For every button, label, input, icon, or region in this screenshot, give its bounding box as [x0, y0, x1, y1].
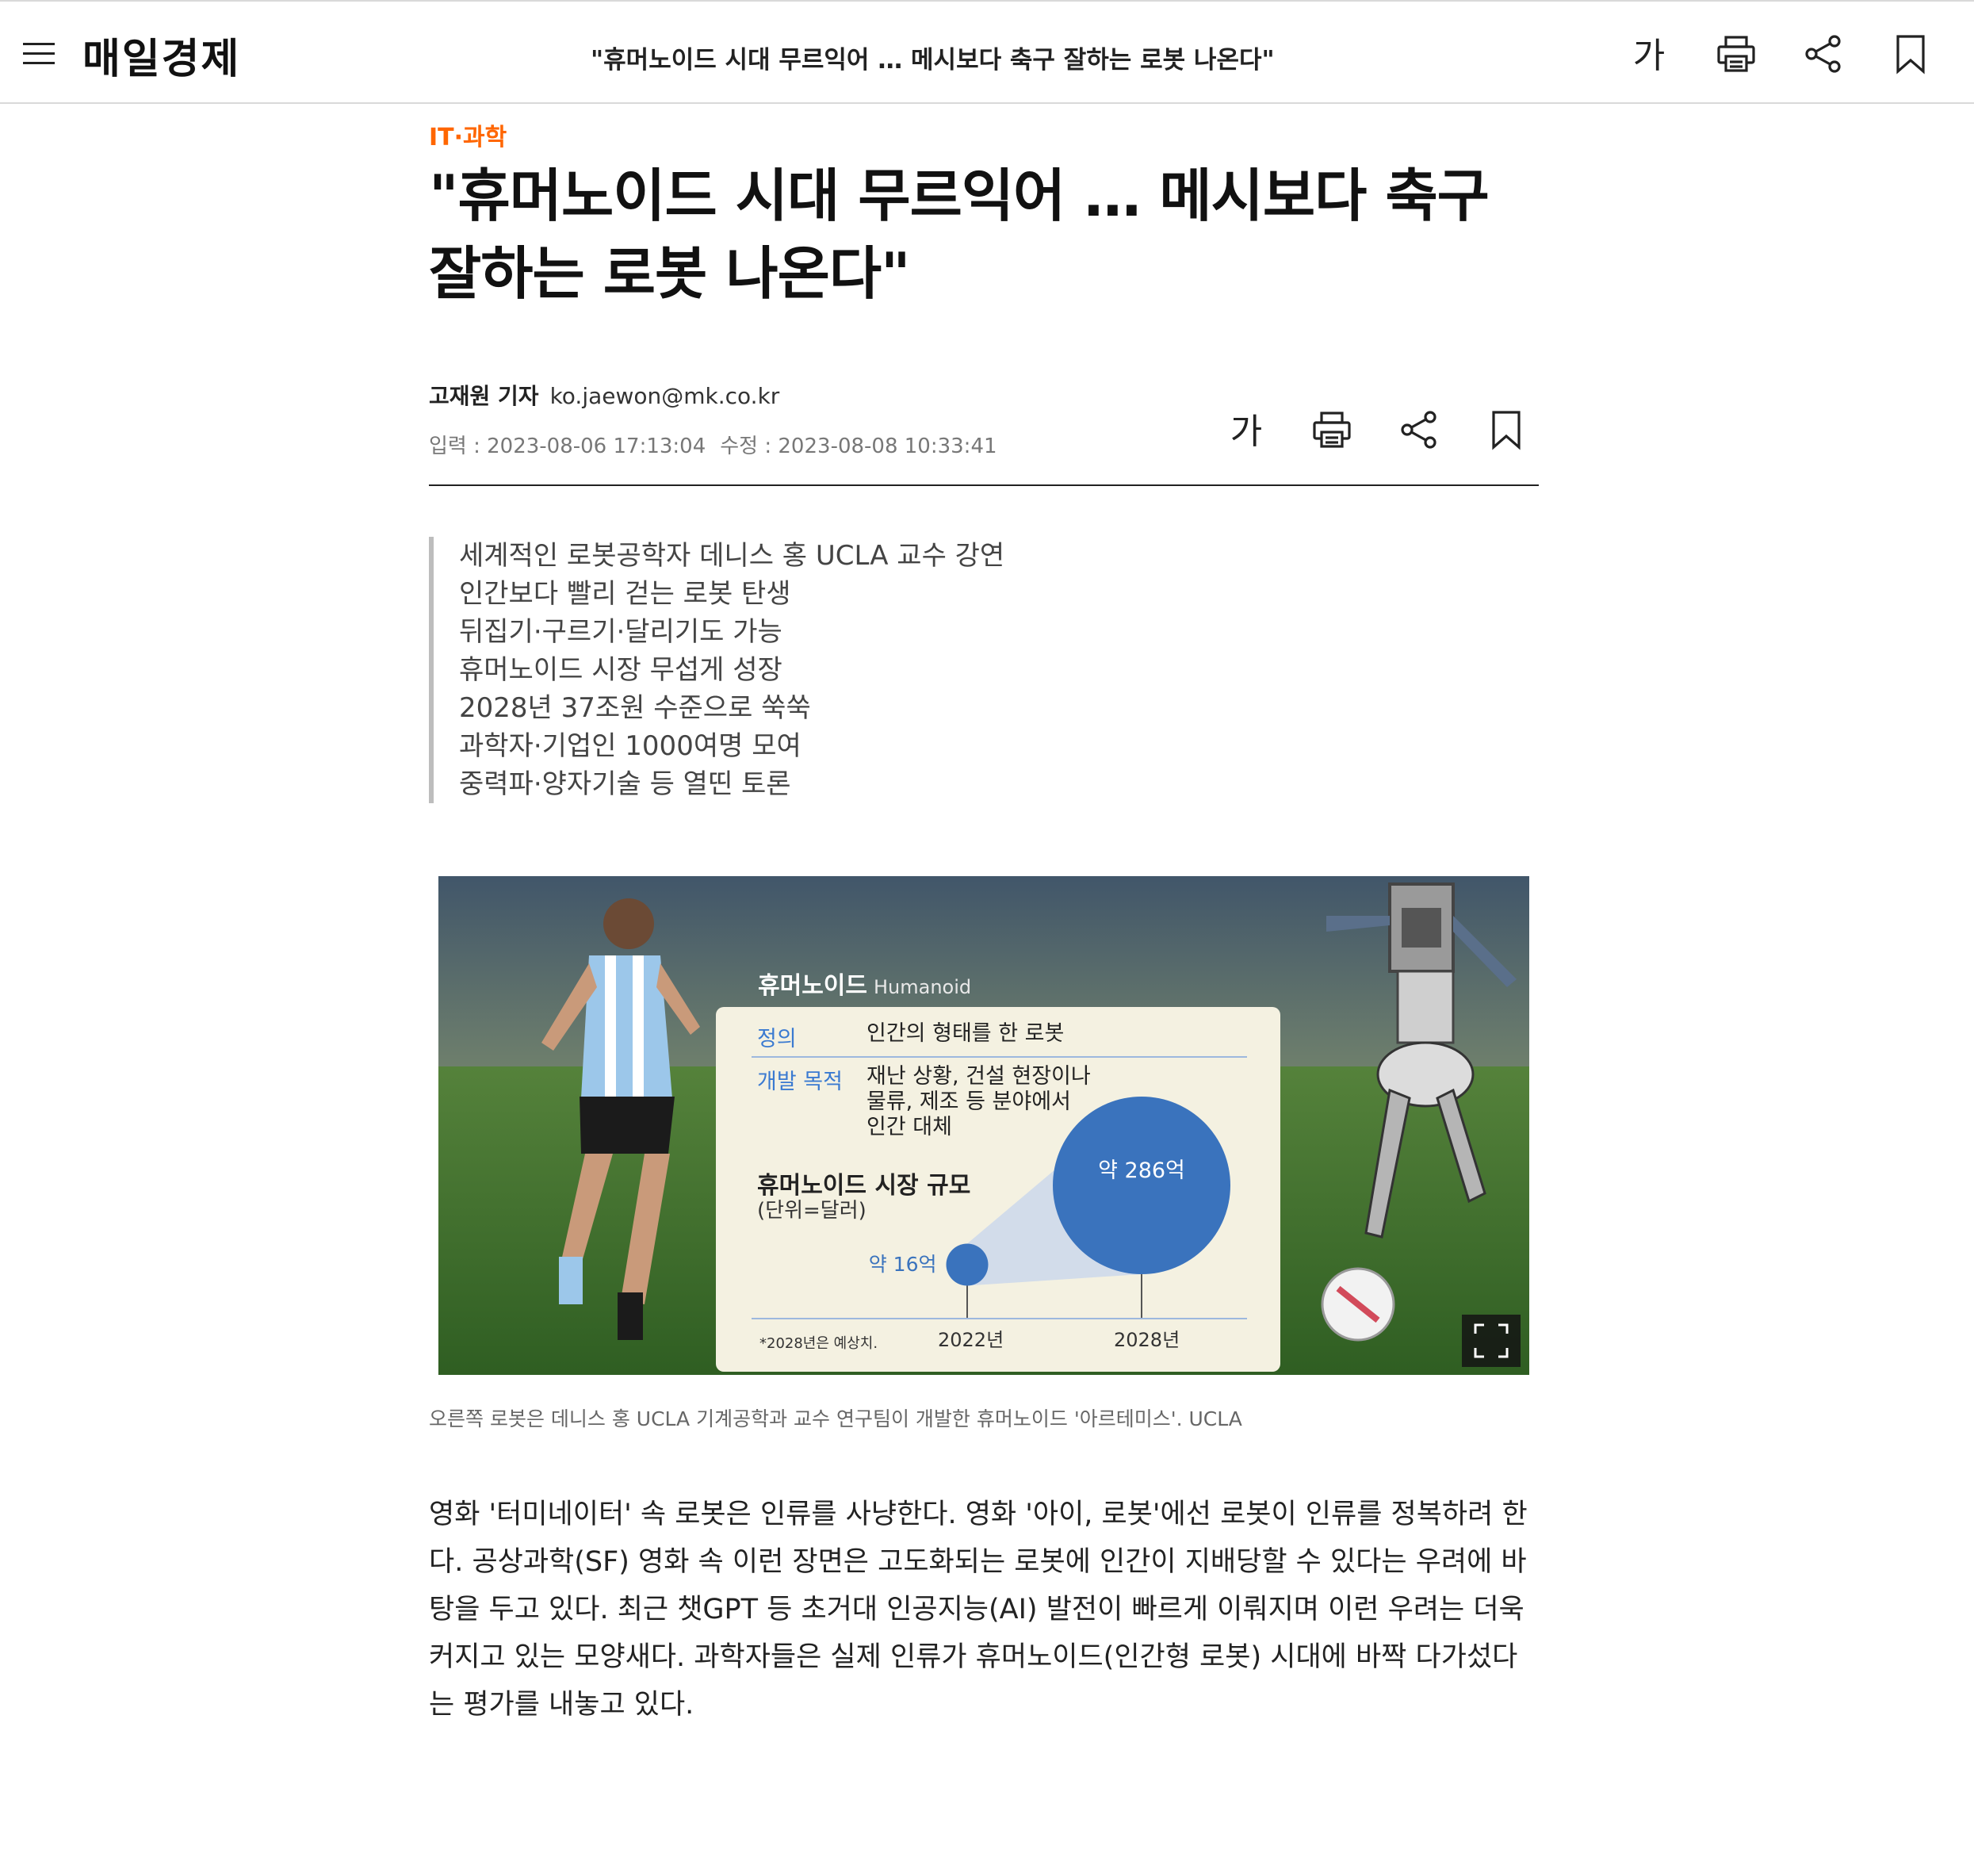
print-button[interactable] — [1711, 29, 1762, 79]
print-icon — [1313, 412, 1351, 448]
share-button[interactable] — [1798, 29, 1849, 79]
bookmark-icon — [1896, 35, 1925, 75]
article-font-size-button[interactable]: 가 — [1221, 403, 1272, 454]
summary-line: 인간보다 빨리 걷는 로봇 탄생 — [459, 578, 791, 610]
body-line: 다. 공상과학(SF) 영화 속 이런 장면은 고도화되는 로봇에 인간이 지배… — [429, 1546, 1527, 1578]
headline-line-2: 잘하는 로봇 나온다" — [429, 240, 911, 307]
market-2022-value-label: 약 16억 — [869, 1253, 937, 1276]
body-line: 커지고 있는 모양새다. 과학자들은 실제 인류가 휴머노이드(인간형 로봇) … — [429, 1641, 1518, 1673]
purpose-label: 개발 목적 — [757, 1070, 843, 1094]
article-bookmark-button[interactable] — [1481, 404, 1532, 455]
font-size-icon: 가 — [1230, 412, 1263, 452]
article-body: 영화 '터미네이터' 속 로봇은 인류를 사냥한다. 영화 '아이, 로봇'에선… — [429, 1491, 1539, 1729]
soccer-player-figure — [541, 898, 700, 1340]
headline-line-1: "휴머노이드 시대 무르익어 … 메시보다 축구 — [429, 163, 1490, 229]
definition-text: 인간의 형태를 한 로봇 — [866, 1021, 1065, 1046]
article-share-button[interactable] — [1394, 404, 1444, 455]
site-logo[interactable]: 매일경제 — [82, 25, 240, 85]
summary-line: 휴머노이드 시장 무섭게 성장 — [459, 654, 782, 686]
menu-icon[interactable] — [21, 36, 60, 68]
purpose-line: 물류, 제조 등 분야에서 — [866, 1089, 1071, 1114]
expand-icon — [1474, 1323, 1509, 1358]
expand-image-button[interactable] — [1462, 1315, 1521, 1367]
infographic-title-en: Humanoid — [874, 976, 972, 998]
infographic-title: 휴머노이드 Humanoid — [758, 966, 971, 1001]
purpose-line: 인간 대체 — [866, 1115, 952, 1139]
share-icon — [1805, 35, 1841, 73]
market-bubble-2028 — [1053, 1097, 1230, 1274]
infographic-title-ko: 휴머노이드 — [758, 972, 867, 1000]
forecast-note: *2028년은 예상치. — [759, 1335, 878, 1352]
author-name[interactable]: 고재원 기자 — [429, 383, 539, 409]
body-line: 탕을 두고 있다. 최근 챗GPT 등 초거대 인공지능(AI) 발전이 빠르게… — [429, 1594, 1524, 1625]
article-dates: 입력 : 2023-08-06 17:13:04 수정 : 2023-08-08 … — [429, 430, 997, 459]
year-2022-label: 2022년 — [938, 1329, 1004, 1351]
bookmark-button[interactable] — [1885, 29, 1936, 79]
summary-line: 과학자·기업인 1000여명 모여 — [459, 730, 801, 762]
font-size-button[interactable]: 가 — [1624, 27, 1674, 78]
definition-label: 정의 — [757, 1027, 797, 1051]
body-line: 영화 '터미네이터' 속 로봇은 인류를 사냥한다. 영화 '아이, 로봇'에선… — [429, 1499, 1528, 1530]
definition-divider — [752, 1056, 1247, 1058]
share-icon — [1401, 411, 1437, 449]
print-icon — [1717, 36, 1755, 72]
market-baseline — [752, 1318, 1247, 1319]
photo-caption: 오른쪽 로봇은 데니스 홍 UCLA 기계공학과 교수 연구팀이 개발한 휴머노… — [429, 1407, 1242, 1430]
summary-line: 뒤집기·구르기·달리기도 가능 — [459, 616, 782, 648]
header-divider — [429, 484, 1539, 486]
font-size-icon: 가 — [1632, 36, 1666, 76]
summary-line: 중력파·양자기술 등 열띤 토론 — [459, 768, 791, 800]
infographic-panel: 약 16억 약 286억 정의 인간의 형태를 한 로봇 개발 목적 재난 상황,… — [716, 1007, 1280, 1372]
market-bubble-2022 — [946, 1243, 989, 1286]
article-print-button[interactable] — [1306, 404, 1357, 455]
article-summary: 세계적인 로봇공학자 데니스 홍 UCLA 교수 강연 인간보다 빨리 걷는 로… — [429, 537, 1142, 803]
headline: "휴머노이드 시대 무르익어 … 메시보다 축구 잘하는 로봇 나온다" — [429, 157, 1539, 312]
modified-date: 수정 : 2023-08-08 10:33:41 — [720, 435, 997, 458]
input-date: 입력 : 2023-08-06 17:13:04 — [429, 435, 706, 458]
byline: 고재원 기자 ko.jaewon@mk.co.kr — [429, 379, 779, 411]
bookmark-icon — [1492, 411, 1521, 450]
summary-line: 2028년 37조원 수준으로 쑥쑥 — [459, 692, 811, 724]
year-2028-label: 2028년 — [1114, 1329, 1180, 1351]
body-line: 는 평가를 내놓고 있다. — [429, 1689, 694, 1721]
humanoid-robot-figure — [1321, 882, 1517, 1342]
market-unit: (단위=달러) — [757, 1199, 866, 1223]
market-2028-value-label: 약 286억 — [1098, 1158, 1185, 1183]
author-email[interactable]: ko.jaewon@mk.co.kr — [550, 383, 780, 409]
top-bar: 매일경제 "휴머노이드 시대 무르익어 … 메시보다 축구 잘하는 로봇 나온다… — [0, 0, 1974, 104]
summary-line: 세계적인 로봇공학자 데니스 홍 UCLA 교수 강연 — [459, 540, 1005, 572]
top-article-title: "휴머노이드 시대 무르익어 … 메시보다 축구 잘하는 로봇 나온다" — [591, 46, 1275, 75]
category-label[interactable]: IT·과학 — [429, 117, 507, 152]
purpose-line: 재난 상황, 건설 현장이나 — [866, 1064, 1091, 1089]
